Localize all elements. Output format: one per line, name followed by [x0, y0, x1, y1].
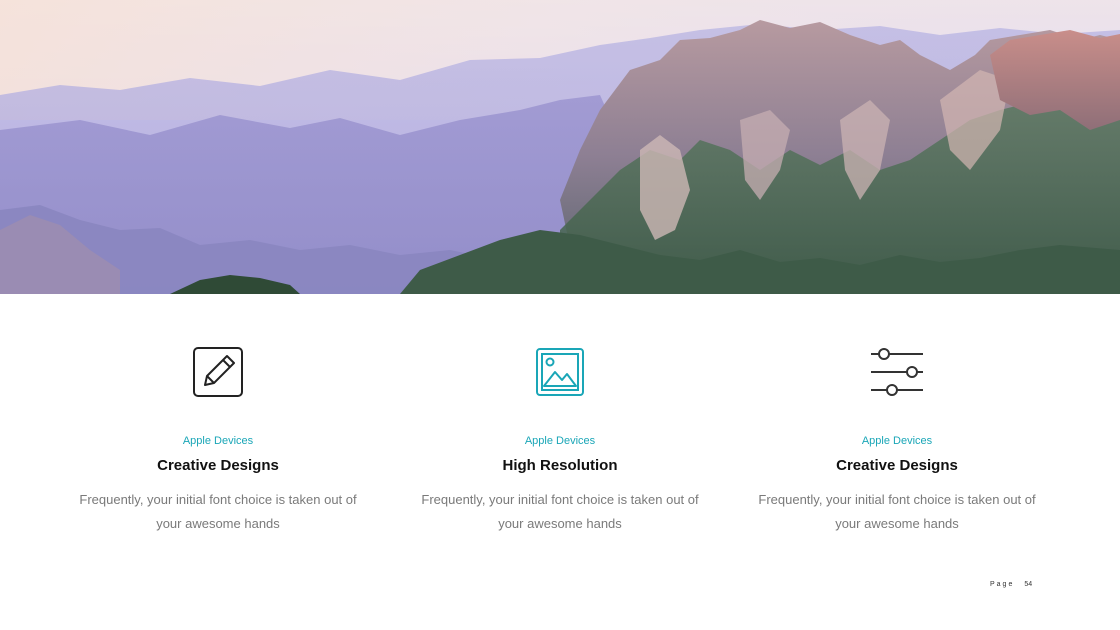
image-icon: [532, 344, 588, 400]
features-row: Apple Devices Creative Designs Frequentl…: [0, 294, 1120, 564]
hero-mountain-image: [0, 0, 1120, 294]
feature-kicker: Apple Devices: [524, 435, 596, 447]
feature-title: Creative Designs: [836, 457, 958, 474]
feature-title: High Resolution: [502, 457, 618, 474]
slide: Apple Devices Creative Designs Frequentl…: [0, 0, 1120, 630]
feature-description: Frequently, your initial font choice is …: [421, 492, 699, 531]
pencil-edit-icon: [190, 344, 246, 400]
page-number: 54: [1024, 581, 1033, 588]
page-label: Page: [990, 581, 1015, 588]
sliders-icon: [869, 344, 925, 400]
feature-kicker: Apple Devices: [861, 435, 933, 447]
page-indicator: Page 54: [990, 581, 1032, 588]
feature-title: Creative Designs: [157, 457, 279, 474]
feature-kicker: Apple Devices: [182, 435, 254, 447]
feature-description: Frequently, your initial font choice is …: [758, 492, 1036, 531]
feature-description: Frequently, your initial font choice is …: [79, 492, 357, 531]
